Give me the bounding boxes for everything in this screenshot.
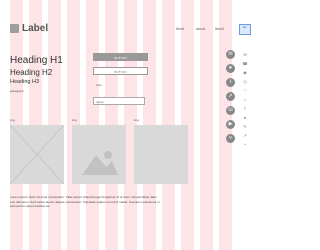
logo[interactable]: Label	[10, 23, 48, 34]
logo-icon	[10, 24, 19, 33]
image-placeholder-1	[10, 125, 64, 184]
name-input[interactable]: name	[93, 97, 145, 105]
heading-h1: Heading H1	[10, 55, 63, 66]
paragraph-text: paragraph	[10, 89, 24, 93]
location-icon[interactable]: ◉	[241, 70, 249, 75]
chat-icon[interactable]: ✉	[226, 50, 235, 59]
body-text: Lorem ipsum dolor sit amet consectetur. …	[10, 195, 160, 209]
image-placeholder-3	[134, 125, 188, 184]
telegram-icon[interactable]: ➚	[226, 92, 235, 101]
whatsapp-icon[interactable]: ☏	[226, 106, 235, 115]
plus-icon[interactable]: +	[241, 142, 249, 147]
image-label-3: img	[134, 118, 139, 122]
grid-column	[200, 0, 213, 250]
heading-h3: Heading H3	[10, 79, 40, 85]
image-label-1: img	[10, 118, 15, 122]
youtube-icon[interactable]: ▶	[226, 120, 235, 129]
language-switch[interactable]: En	[239, 24, 251, 35]
primary-button[interactable]: BUTTON	[93, 53, 148, 61]
twitter-icon[interactable]: t	[226, 78, 235, 87]
nav-item-1[interactable]: Item1	[176, 27, 185, 31]
secondary-button[interactable]: BUTTON	[93, 67, 148, 75]
phone-icon[interactable]: ☎	[241, 61, 249, 66]
edit-icon[interactable]: ✎	[241, 124, 249, 129]
heart-icon[interactable]: ♡	[241, 88, 249, 93]
image-placeholder-icon	[10, 125, 64, 184]
nav-item-about[interactable]: about	[196, 27, 205, 31]
link[interactable]: Link	[96, 83, 102, 87]
heading-h2: Heading H2	[10, 68, 53, 77]
language-label: En	[243, 25, 247, 29]
star-icon[interactable]: ☆	[241, 97, 249, 102]
arrow-icon[interactable]: ↗	[241, 133, 249, 138]
clock-icon[interactable]: ◷	[241, 79, 249, 84]
image-icon	[82, 151, 118, 175]
share-icon[interactable]: ⇪	[241, 106, 249, 111]
nav-item-3[interactable]: Item3	[215, 27, 224, 31]
mail-icon[interactable]: ✉	[241, 52, 249, 57]
pin-icon[interactable]: ●	[241, 115, 249, 120]
logo-text: Label	[22, 23, 49, 34]
image-placeholder-2	[72, 125, 126, 184]
send-icon[interactable]: ➤	[226, 64, 235, 73]
image-label-2: img	[72, 118, 77, 122]
vk-icon[interactable]: v	[226, 134, 235, 143]
